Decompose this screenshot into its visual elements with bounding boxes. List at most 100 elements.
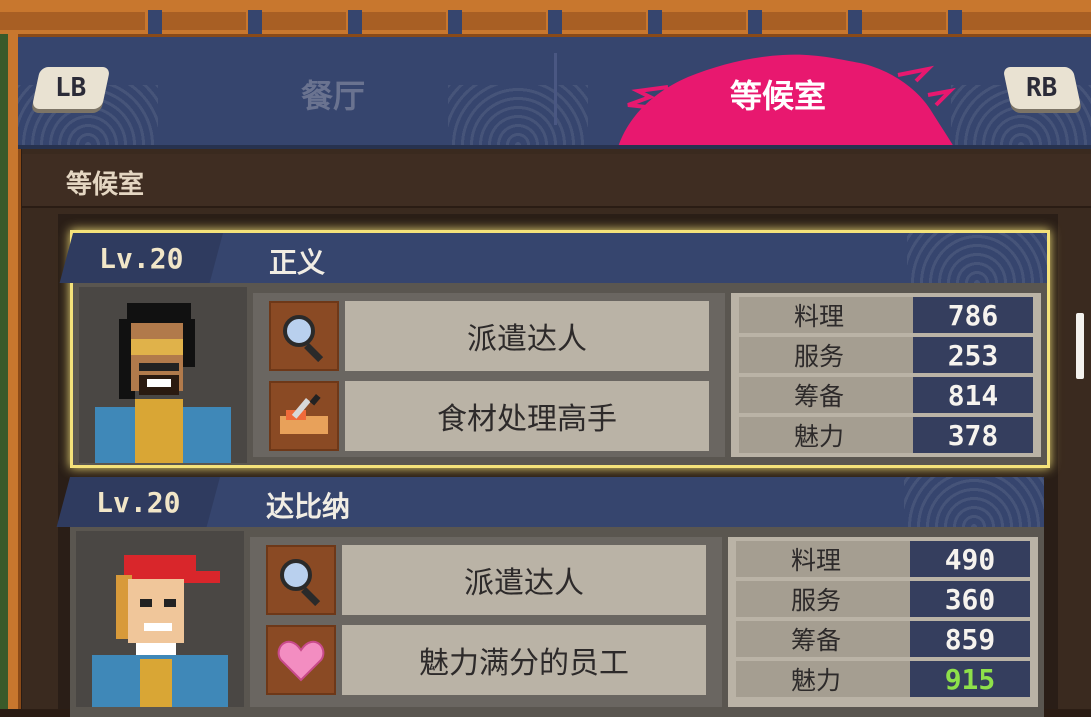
wave-pattern [907,233,1047,283]
rb-label: RB [1026,73,1058,103]
stat-value: 490 [910,541,1030,577]
rail-plank [762,12,846,30]
skill-row[interactable]: 派遣达人 [258,543,714,615]
stat-list: 料理 786 服务 253 筹备 814 魅力 378 [731,293,1041,457]
rail-post [548,10,562,34]
wave-pattern [904,477,1044,527]
stat-value: 859 [910,621,1030,657]
level-badge: Lv.20 [56,477,220,527]
stat-label: 服务 [793,342,844,371]
handle [301,587,321,606]
skill-name: 食材处理高手 [345,381,709,451]
gold-chain [140,659,172,707]
rail-post [948,10,962,34]
stat-row-service: 服务 360 [736,581,1030,617]
heart-icon [266,625,336,695]
rail-post [648,10,662,34]
tab-divider [554,53,557,125]
skill-row[interactable]: 派遣达人 [261,299,717,371]
stat-label: 料理 [793,302,844,331]
stat-list: 料理 490 服务 360 筹备 859 魅力 915 [728,537,1038,707]
section-header [22,154,1091,208]
heart-shape [277,640,325,682]
stat-value: 253 [913,337,1033,373]
stat-value: 915 [910,661,1030,697]
section-title: 等候室 [66,170,145,200]
sunglasses [131,339,183,355]
rb-button[interactable]: RB [1002,67,1082,109]
eye [164,599,176,607]
skill-list: 派遣达人 食材处理高手 [253,293,725,457]
rail-plank [162,12,246,30]
stat-row-cooking: 料理 490 [736,541,1030,577]
rail-plank [0,12,145,30]
rail-post [448,10,462,34]
face [128,579,184,643]
heart-graphic [277,640,325,682]
rail-plank [362,12,446,30]
knife-board-graphic [280,393,328,434]
level-badge: Lv.20 [59,233,223,283]
rail-plank [962,12,1091,30]
teeth [144,623,172,631]
stat-value: 378 [913,417,1033,453]
stat-value: 814 [913,377,1033,413]
rail-post [348,10,362,34]
magnifier-graphic [280,559,321,606]
level-text: Lv.20 [96,485,181,519]
handle [304,342,324,362]
rail-post [848,10,862,34]
stat-label: 筹备 [793,382,844,411]
rail-post [248,10,262,34]
stat-label: 料理 [790,546,841,575]
scrollbar[interactable] [1076,313,1084,379]
rail-plank [862,12,946,30]
knife-cutting-board-icon [269,381,339,451]
staff-card-justice[interactable]: Lv.20 正义 派遣达人 食材处理高手 料理 786 服务 253 筹备 81… [59,230,1050,468]
stat-label: 魅力 [790,666,841,695]
magnifier-icon [269,301,339,371]
lens [283,315,315,347]
rail-plank [662,12,746,30]
hair-right [183,319,195,367]
wave-pattern [448,85,588,145]
stat-row-charm: 魅力 378 [739,417,1033,453]
left-frame-shadow [0,34,8,709]
tab-bar: LB 餐厅 等候室 RB [18,37,1091,149]
top-rail [0,0,1091,37]
tab-restaurant[interactable]: 餐厅 [248,69,418,119]
stat-value: 786 [913,297,1033,333]
level-text: Lv.20 [99,241,184,275]
knife-handle [309,393,321,406]
rail-post [148,10,162,34]
staff-card-dabina[interactable]: Lv.20 达比纳 派遣达人 魅力满分的员工 料理 490 服务 360 筹备 … [56,477,1044,717]
lb-button[interactable]: LB [31,67,111,109]
magnifier-icon [266,545,336,615]
skill-name: 魅力满分的员工 [342,625,706,695]
skill-name: 派遣达人 [345,301,709,371]
gold-chain [135,399,183,463]
staff-name: 正义 [269,246,326,279]
portrait-justice [79,287,247,463]
stat-row-charm: 魅力 915 [736,661,1030,697]
stat-row-preparation: 筹备 814 [739,377,1033,413]
skill-row[interactable]: 魅力满分的员工 [258,623,714,695]
rail-plank [462,12,546,30]
stat-row-preparation: 筹备 859 [736,621,1030,657]
rail-post [748,10,762,34]
lens [280,559,312,591]
stat-label: 服务 [790,586,841,615]
stat-value: 360 [910,581,1030,617]
stat-label: 筹备 [790,626,841,655]
skill-row[interactable]: 食材处理高手 [261,379,717,451]
staff-name: 达比纳 [266,490,351,523]
cap-brim [180,571,220,583]
stat-row-cooking: 料理 786 [739,297,1033,333]
mustache [139,363,179,371]
rail-plank [562,12,646,30]
magnifier-graphic [283,315,324,362]
stat-row-service: 服务 253 [739,337,1033,373]
tab-waiting-room[interactable]: 等候室 [668,69,888,119]
skill-list: 派遣达人 魅力满分的员工 [250,537,722,707]
teeth [147,379,171,387]
